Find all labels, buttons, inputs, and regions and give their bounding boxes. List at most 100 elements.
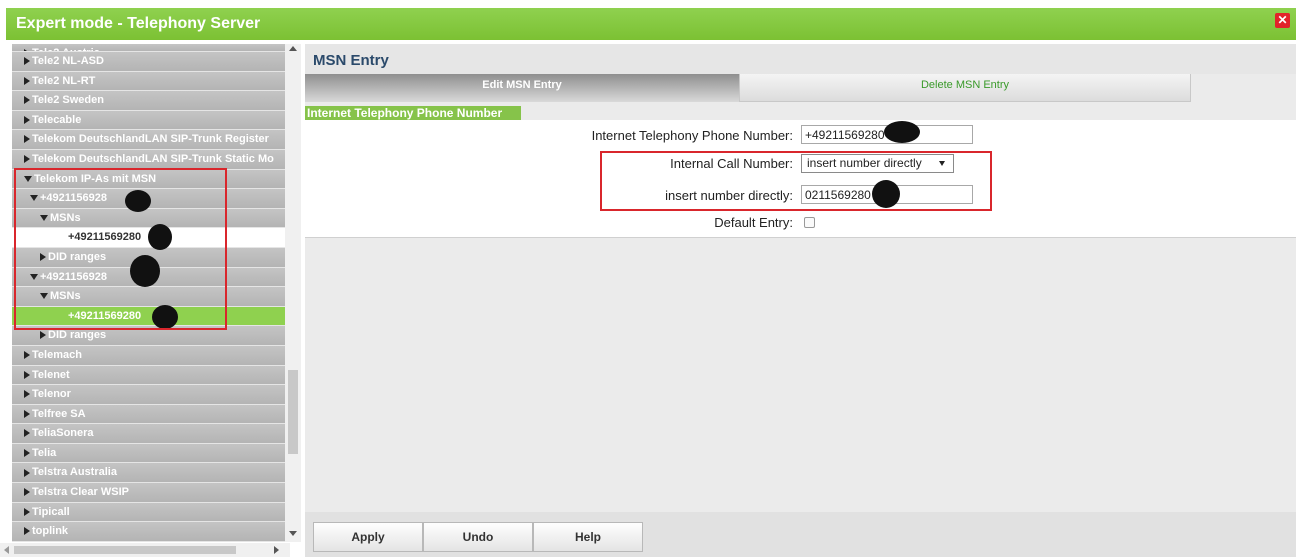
tree-item-label: Telekom DeutschlandLAN SIP-Trunk Static …: [32, 152, 274, 165]
caret-right-icon[interactable]: [24, 135, 30, 144]
caret-right-icon[interactable]: [24, 390, 30, 399]
caret-right-icon[interactable]: [24, 57, 30, 66]
caret-right-icon[interactable]: [24, 351, 30, 359]
tree-item[interactable]: Tele2 NL-ASD: [12, 52, 285, 72]
caret-right-icon[interactable]: [40, 331, 46, 340]
apply-button[interactable]: Apply: [313, 522, 423, 552]
tree-item-label: +4921156928: [40, 270, 107, 283]
tab-delete-msn-entry[interactable]: Delete MSN Entry: [739, 74, 1191, 102]
caret-down-icon[interactable]: [24, 175, 32, 182]
tree-item[interactable]: MSNs: [12, 287, 285, 307]
button-bar: Apply Undo Help: [305, 512, 1296, 557]
default-entry-label: Default Entry:: [714, 215, 793, 230]
tree-item-label: MSNs: [50, 290, 81, 303]
tree-item[interactable]: Tele2 NL-RT: [12, 71, 285, 92]
caret-right-icon[interactable]: [24, 115, 30, 124]
tree-item[interactable]: Tele2 Sweden: [12, 91, 285, 111]
caret-right-icon[interactable]: [24, 488, 30, 497]
chevron-down-icon: [939, 161, 945, 166]
caret-down-icon[interactable]: [40, 214, 48, 221]
section-title: Internet Telephony Phone Number: [305, 106, 521, 121]
tree-item[interactable]: Telemach: [12, 345, 285, 366]
caret-right-icon[interactable]: [40, 253, 46, 262]
scroll-thumb[interactable]: [288, 370, 298, 454]
redaction-mark: [884, 121, 920, 143]
caret-down-icon[interactable]: [30, 195, 38, 202]
tree-item-label: Telia: [32, 446, 57, 459]
tree-item[interactable]: toplink: [12, 522, 285, 542]
caret-down-icon[interactable]: [40, 293, 48, 300]
tree-item[interactable]: Telia: [12, 443, 285, 464]
provider-tree: Tele2 Austria Tele2 NL-ASD Tele2 NL-RT Tele…: [12, 44, 285, 542]
tree-item-label: Telemach: [32, 348, 82, 361]
tree-item[interactable]: Telfree SA: [12, 404, 285, 425]
caret-right-icon[interactable]: [24, 409, 30, 418]
window-titlebar: Expert mode - Telephony Server ✕: [6, 8, 1296, 40]
tree-item-label: Telekom IP-As mit MSN: [34, 172, 157, 185]
tree-item-label: Telstra Clear WSIP: [32, 486, 129, 499]
tree-item[interactable]: MSNs: [12, 208, 285, 229]
caret-down-icon[interactable]: [30, 273, 38, 280]
tree-item[interactable]: TeliaSonera: [12, 424, 285, 444]
tree-item-label: +4921156928: [40, 192, 107, 205]
tree-item-label: DID ranges: [48, 250, 107, 263]
caret-right-icon[interactable]: [24, 76, 30, 85]
tree-item-label: +49211569280: [68, 309, 142, 322]
form-panel: Internet Telephony Phone Number: +492115…: [305, 120, 1296, 238]
tree-horizontal-scrollbar[interactable]: [0, 543, 290, 557]
tree-vertical-scrollbar[interactable]: [285, 44, 301, 542]
tree-item-label: Telekom DeutschlandLAN SIP-Trunk Registe…: [32, 133, 269, 146]
scroll-thumb-horizontal[interactable]: [14, 546, 236, 554]
caret-right-icon[interactable]: [24, 527, 30, 536]
internal-call-label: Internal Call Number:: [670, 156, 793, 171]
internal-call-select[interactable]: insert number directly: [801, 154, 954, 173]
tree-item-label: MSNs: [50, 211, 81, 224]
caret-right-icon[interactable]: [24, 96, 30, 105]
internal-call-select-value: insert number directly: [807, 156, 922, 170]
tree-item-label: DID ranges: [48, 329, 107, 342]
tree-item-label: Tele2 NL-ASD: [32, 55, 104, 67]
scroll-left-icon[interactable]: [4, 546, 9, 554]
tree-item-label: Tipicall: [32, 505, 70, 518]
caret-right-icon[interactable]: [24, 429, 30, 438]
caret-right-icon[interactable]: [24, 370, 30, 379]
tree-item-label: Tele2 NL-RT: [32, 74, 96, 87]
scroll-up-icon[interactable]: [289, 46, 297, 51]
tree-item[interactable]: Telenet: [12, 365, 285, 386]
tree-item-label: toplink: [32, 525, 69, 538]
tree-item[interactable]: Tipicall: [12, 502, 285, 523]
caret-right-icon[interactable]: [24, 448, 30, 457]
tree-item[interactable]: Telekom IP-As mit MSN: [12, 169, 285, 190]
tree-item[interactable]: +49211569280: [12, 306, 285, 327]
undo-button[interactable]: Undo: [423, 522, 533, 552]
close-icon[interactable]: ✕: [1275, 13, 1290, 28]
scroll-right-icon[interactable]: [274, 546, 279, 554]
main-panel: MSN Entry Edit MSN Entry Delete MSN Entr…: [305, 44, 1296, 542]
page-title: MSN Entry: [313, 52, 389, 69]
tree-item[interactable]: Telstra Australia: [12, 463, 285, 484]
redaction-mark: [148, 224, 172, 250]
tree-item[interactable]: Telenor: [12, 385, 285, 405]
caret-right-icon[interactable]: [24, 468, 30, 477]
tab-edit-msn-entry[interactable]: Edit MSN Entry: [305, 74, 739, 102]
tree-item-label: +49211569280: [68, 231, 142, 244]
tree-item[interactable]: Telekom DeutschlandLAN SIP-Trunk Registe…: [12, 130, 285, 150]
tree-item-label: Telenet: [32, 368, 70, 381]
tree-item-label: Tele2 Sweden: [32, 94, 104, 107]
tree-item[interactable]: Telecable: [12, 110, 285, 131]
tree-item-label: Telenor: [32, 388, 71, 401]
caret-right-icon[interactable]: [24, 507, 30, 516]
tree-item[interactable]: Telekom DeutschlandLAN SIP-Trunk Static …: [12, 149, 285, 170]
redaction-mark: [125, 190, 151, 212]
window-title: Expert mode - Telephony Server: [16, 15, 261, 32]
scroll-down-icon[interactable]: [289, 531, 297, 536]
default-entry-checkbox[interactable]: [804, 217, 815, 228]
insert-number-label: insert number directly:: [665, 188, 793, 203]
redaction-mark: [130, 255, 160, 287]
tree-item[interactable]: DID ranges: [12, 326, 285, 346]
tree-item[interactable]: Telstra Clear WSIP: [12, 483, 285, 503]
tree-item[interactable]: Tele2 Austria: [12, 44, 285, 52]
caret-right-icon[interactable]: [24, 155, 30, 164]
help-button[interactable]: Help: [533, 522, 643, 552]
tree-item-label: Telecable: [32, 113, 82, 126]
